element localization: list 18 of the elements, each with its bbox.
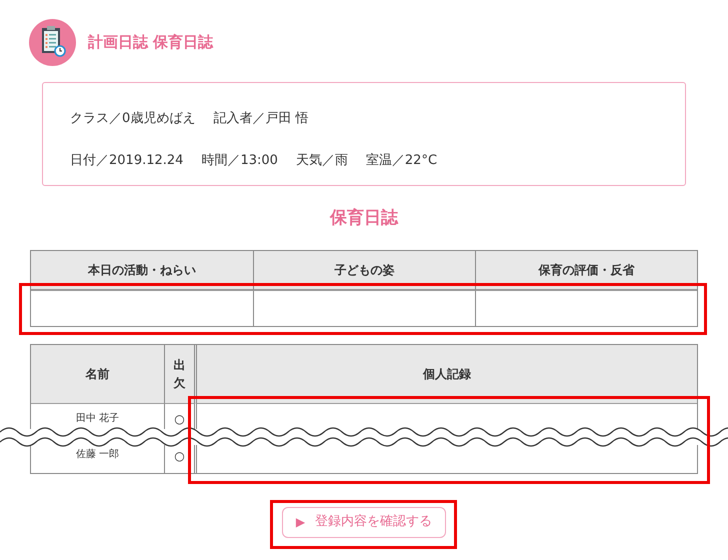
page-title: 計画日誌 保育日誌 (88, 32, 214, 54)
column-header: 出欠 (164, 344, 197, 402)
section-title: 保育日誌 (328, 207, 400, 230)
info-text: 天気／雨 (296, 152, 348, 170)
info-text: クラス／0歳児めばえ (70, 110, 196, 128)
column-header: 個人記録 (197, 344, 697, 402)
info-text: 日付／2019.12.24 (70, 152, 184, 170)
info-text: 時間／13:00 (201, 152, 278, 170)
name-cell-text: 佐藤 一郎 (74, 448, 120, 462)
column-header: 子どもの姿 (253, 250, 475, 290)
info-text: 室温／22°C (366, 152, 438, 170)
column-header: 本日の活動・ねらい (31, 250, 253, 290)
confirm-button[interactable]: ▶ 登録内容を確認する (282, 506, 446, 538)
play-icon: ▶ (296, 513, 306, 531)
column-header: 名前 (31, 344, 164, 402)
info-text: 記入者／戸田 悟 (213, 110, 308, 128)
clipboard-icon (29, 19, 76, 66)
column-header: 保育の評価・反省 (475, 250, 697, 290)
